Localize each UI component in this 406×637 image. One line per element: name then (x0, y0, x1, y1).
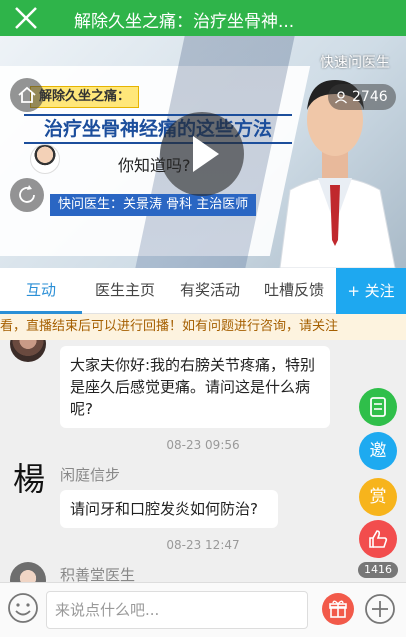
page-title: 解除久坐之痛：治疗坐骨神... (74, 12, 295, 32)
thumbs-up-icon (369, 530, 388, 548)
gift-icon (329, 600, 347, 618)
reward-button[interactable]: 赏 (359, 478, 397, 516)
tab-doctor-home[interactable]: 医生主页 (82, 268, 168, 314)
home-icon (18, 86, 36, 103)
emoji-icon[interactable] (6, 591, 40, 625)
note-icon (370, 397, 386, 417)
message-username[interactable]: 积善堂医生 (60, 564, 135, 582)
refresh-button[interactable] (10, 178, 44, 212)
avatar[interactable]: 楊 (10, 460, 48, 498)
avatar[interactable] (10, 562, 46, 582)
chat-list[interactable]: 大家夫你好:我的右膀关节疼痛，特别是座久后感觉更痛。请问这是什么病呢? 08-2… (0, 340, 406, 582)
viewer-count-badge: 2746 (328, 84, 396, 110)
home-button[interactable] (10, 78, 44, 112)
tab-feedback[interactable]: 吐槽反馈 (252, 268, 336, 314)
message-timestamp: 08-23 12:47 (166, 538, 240, 552)
header-bar: 解除久坐之痛：治疗坐骨神... (0, 0, 406, 36)
avatar[interactable] (10, 340, 46, 362)
like-count: 1416 (358, 562, 398, 578)
note-button[interactable] (359, 388, 397, 426)
play-button[interactable] (160, 112, 244, 196)
tab-prize-activity[interactable]: 有奖活动 (168, 268, 252, 314)
refresh-icon (19, 185, 35, 203)
video-player[interactable]: 解除久坐之痛： 治疗坐骨神经痛的这些方法 你知道吗? 快问医生：关景涛 骨科 主… (0, 36, 406, 268)
notice-marquee: 看，直播结束后可以进行回播！如有问题进行咨询，请关注 (0, 314, 406, 340)
message-timestamp: 08-23 09:56 (166, 438, 240, 452)
doctor-thumbnail (30, 144, 60, 174)
person-icon (335, 91, 347, 104)
chat-input[interactable] (46, 591, 308, 629)
doctor-info-line: 快问医生：关景涛 骨科 主治医师 (50, 194, 257, 216)
chat-message: 大家夫你好:我的右膀关节疼痛，特别是座久后感觉更痛。请问这是什么病呢? (60, 346, 330, 428)
chat-message: 请问牙和口腔发炎如何防治? (60, 490, 278, 528)
video-banner: 治疗坐骨神经痛的这些方法 (24, 114, 292, 144)
doctor-image (279, 80, 396, 268)
message-username[interactable]: 闲庭信步 (60, 464, 120, 485)
tab-interaction[interactable]: 互动 (0, 268, 82, 314)
invite-button[interactable]: 邀 (359, 432, 397, 470)
close-icon[interactable] (10, 2, 42, 34)
bottom-input-bar (0, 582, 406, 637)
like-button[interactable] (359, 520, 397, 558)
video-topic-tag: 解除久坐之痛： (30, 86, 140, 108)
viewer-count: 2746 (352, 89, 388, 105)
ask-doctor-link[interactable]: 快速问医生 (320, 52, 390, 72)
follow-button[interactable]: + 关注 (336, 268, 406, 314)
gift-button[interactable] (322, 593, 354, 625)
plus-icon[interactable] (364, 593, 396, 625)
